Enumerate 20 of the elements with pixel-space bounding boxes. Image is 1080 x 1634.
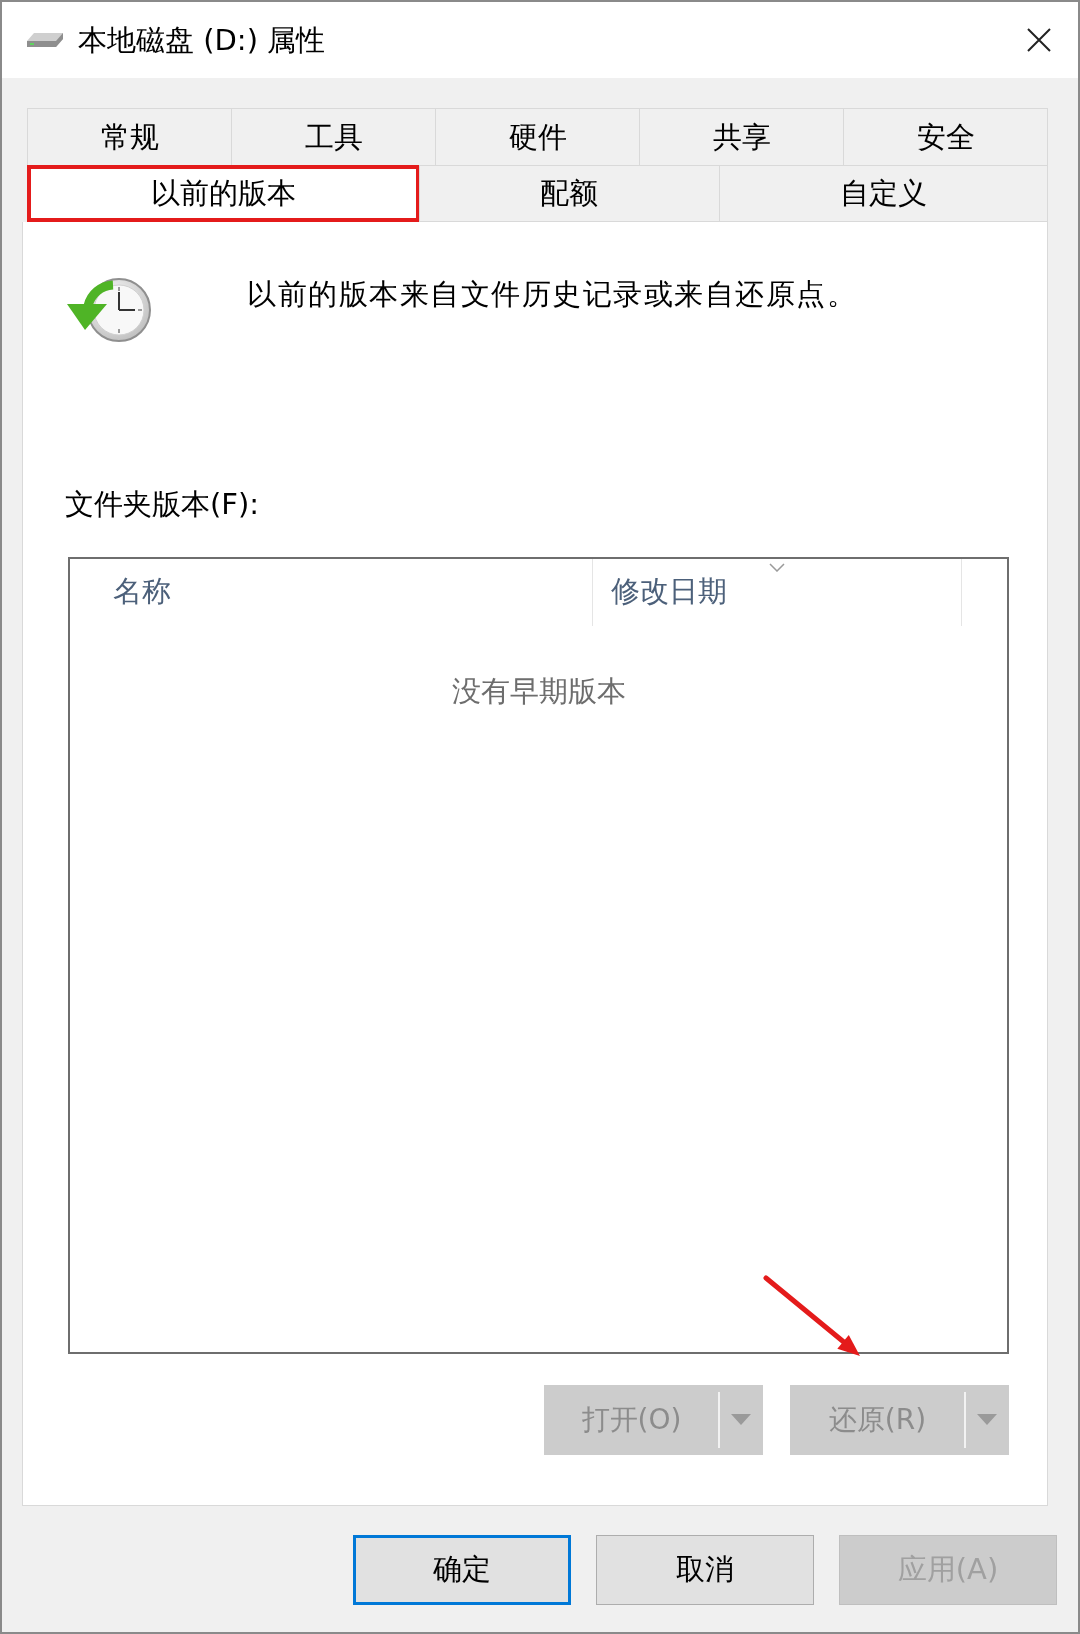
drive-icon: [27, 33, 63, 47]
tab[interactable]: 自定义: [718, 165, 1048, 222]
tab[interactable]: 以前的版本: [27, 165, 421, 222]
sort-caret-icon: [769, 562, 785, 572]
list-label: 文件夹版本(F):: [65, 487, 260, 522]
dialog-button[interactable]: 确定: [353, 1535, 571, 1605]
tab[interactable]: 安全: [843, 108, 1048, 165]
column-header[interactable]: 名称: [70, 558, 593, 626]
empty-message: 没有早期版本: [451, 672, 626, 710]
tab[interactable]: 常规: [27, 108, 232, 165]
versions-list[interactable]: 名称 修改日期 没有早期版本: [68, 556, 1009, 1354]
clock-arrow-icon: [65, 276, 151, 344]
window-title: 本地磁盘 (D:) 属性: [78, 22, 326, 58]
column-header[interactable]: 修改日期: [593, 558, 962, 626]
caret-icon: [731, 1414, 751, 1426]
description-text: 以前的版本来自文件历史记录或来自还原点。: [247, 276, 857, 313]
tab[interactable]: 配额: [419, 165, 720, 222]
dialog-button[interactable]: 取消: [596, 1535, 814, 1605]
close-icon[interactable]: [1027, 28, 1051, 52]
caret-icon: [977, 1414, 997, 1426]
